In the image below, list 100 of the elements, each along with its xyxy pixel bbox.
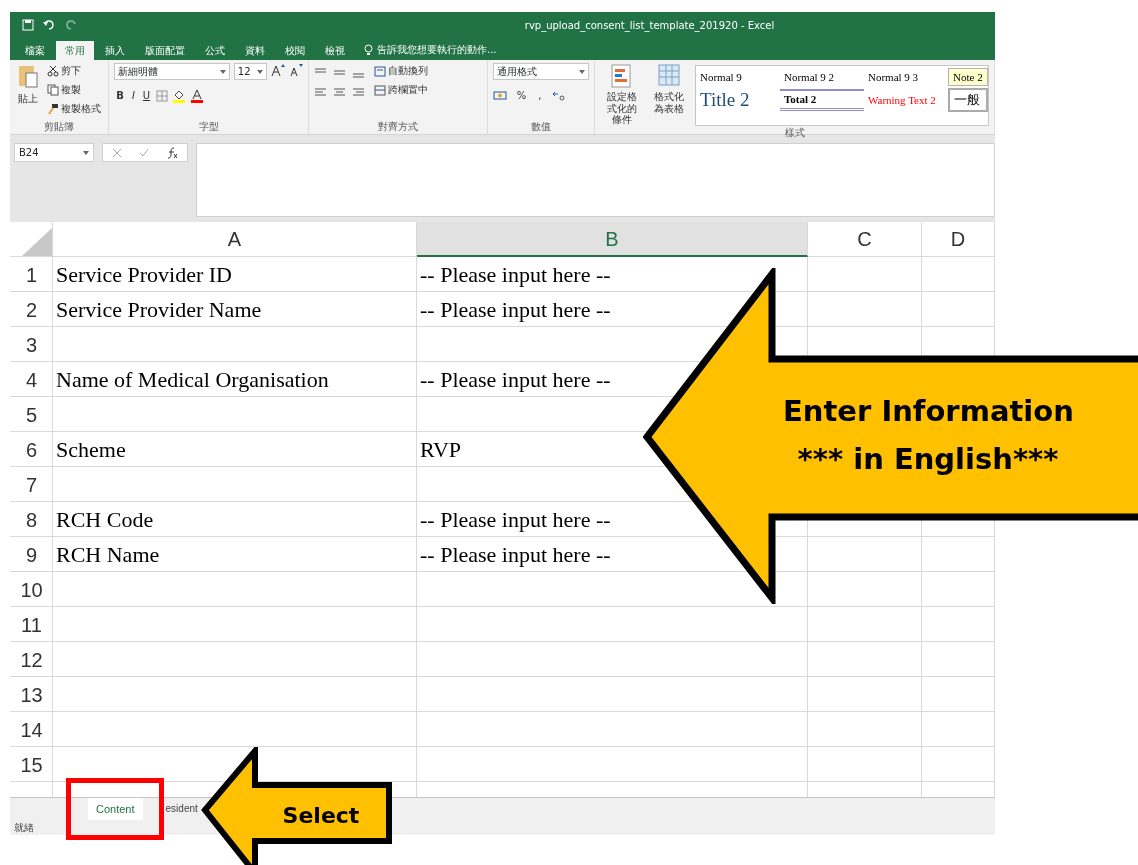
column-header[interactable]: B xyxy=(417,222,808,257)
group-label: 字型 xyxy=(197,120,220,134)
sheet-tab[interactable]: esident xyxy=(165,798,198,819)
font-color-icon[interactable] xyxy=(190,88,205,103)
number-format-button[interactable]: % xyxy=(514,88,529,103)
table-cell-text: RVP xyxy=(419,436,463,464)
borders-icon[interactable] xyxy=(156,89,169,102)
number-format-button[interactable]: , xyxy=(536,88,544,103)
table-cell-text: Name of Medical Organisation xyxy=(55,366,330,394)
cell-style-option[interactable]: Warning Text 2 xyxy=(864,91,948,109)
alignment-button[interactable]: 自動換列 xyxy=(372,63,431,78)
window-title: rvp_upload_consent_list_template_201920 - Excel xyxy=(523,18,776,33)
currency-icon[interactable] xyxy=(492,89,507,102)
row-header[interactable]: 7 xyxy=(10,467,53,502)
ribbon-tab[interactable]: 版面配置 xyxy=(136,41,194,60)
dropdown-icon xyxy=(257,69,264,74)
clipboard-button[interactable]: 剪下 xyxy=(45,63,103,78)
table-cell-text: Scheme xyxy=(55,436,127,464)
redo-icon[interactable] xyxy=(64,19,78,31)
table-cell-text: -- Please input here -- xyxy=(419,541,612,569)
formula-input[interactable] xyxy=(196,143,995,217)
row-header[interactable]: 9 xyxy=(10,537,53,572)
conditional-format-icon xyxy=(609,63,634,89)
row-header[interactable]: 5 xyxy=(10,397,53,432)
scissors-icon xyxy=(47,64,59,77)
ribbon-tab[interactable]: 常用 xyxy=(56,41,94,60)
callout-text: *** in English*** xyxy=(796,441,1060,478)
font-style-button[interactable]: B xyxy=(114,88,126,103)
ribbon-tab[interactable]: 檢視 xyxy=(316,41,354,60)
row-header[interactable]: 8 xyxy=(10,502,53,537)
font-name-field[interactable]: 新細明體 xyxy=(114,63,230,80)
lightbulb-icon xyxy=(364,43,373,56)
row-header[interactable]: 6 xyxy=(10,432,53,467)
table-cell-text: -- Please input here -- xyxy=(419,366,612,394)
copy-icon xyxy=(47,83,59,96)
row-header[interactable]: 10 xyxy=(10,572,53,607)
paste-button[interactable]: 貼上 xyxy=(15,63,41,120)
font-size-field[interactable]: 12 xyxy=(233,63,268,80)
wrap-text-icon xyxy=(374,64,387,77)
confirm-icon[interactable] xyxy=(139,147,149,158)
table-cell-text: RCH Name xyxy=(55,541,161,569)
group-label: 對齊方式 xyxy=(377,120,420,134)
styles-button[interactable]: 格式化為表格 xyxy=(647,63,691,126)
ribbon-tab[interactable]: 檔案 xyxy=(16,41,54,60)
font-style-button[interactable]: U xyxy=(140,88,153,103)
decimal-increase-icon[interactable] xyxy=(551,89,566,102)
row-header[interactable]: 12 xyxy=(10,642,53,677)
undo-icon[interactable] xyxy=(42,19,56,31)
cancel-icon[interactable] xyxy=(111,147,122,158)
table-cell-text: Service Provider Name xyxy=(55,296,263,324)
function-icon[interactable] xyxy=(166,146,179,159)
table-cell-text: Service Provider ID xyxy=(55,261,233,289)
row-header[interactable]: 2 xyxy=(10,292,53,327)
clipboard-icon xyxy=(17,63,39,89)
sheet-tab[interactable]: Content xyxy=(88,798,143,823)
grow-font-icon[interactable] xyxy=(271,63,286,77)
ribbon-tab[interactable]: 校閱 xyxy=(276,41,314,60)
table-cell-text: RCH Code xyxy=(55,506,155,534)
cell-style-option[interactable]: Title 2 xyxy=(696,85,780,115)
save-icon[interactable] xyxy=(22,19,34,31)
tell-me-search[interactable]: 告訴我您想要執行的動作... xyxy=(377,42,497,57)
cell-style-option[interactable]: 一般 xyxy=(948,88,988,112)
ribbon-tab[interactable]: 公式 xyxy=(196,41,234,60)
ribbon-tab[interactable]: 插入 xyxy=(96,41,134,60)
cell-style-option[interactable]: Note 2 xyxy=(948,67,988,87)
number-format-field[interactable]: 通用格式 xyxy=(492,63,589,80)
table-cell-text: -- Please input here -- xyxy=(419,506,612,534)
row-header[interactable]: 11 xyxy=(10,607,53,642)
fill-color-icon[interactable] xyxy=(172,88,187,103)
font-style-button[interactable]: I xyxy=(129,88,137,103)
styles-button[interactable]: 設定格式化的條件 xyxy=(600,63,644,126)
corner-triangle-icon xyxy=(22,228,52,256)
alignment-button[interactable]: 跨欄置中 xyxy=(372,82,431,97)
cell-style-option[interactable]: Normal 9 xyxy=(696,68,780,86)
row-header[interactable]: 15 xyxy=(10,747,53,782)
dropdown-icon xyxy=(83,150,89,155)
group-label: 數值 xyxy=(529,120,552,134)
table-grid-icon xyxy=(657,63,682,89)
ribbon-tab[interactable]: 資料 xyxy=(236,41,274,60)
row-header[interactable]: 13 xyxy=(10,677,53,712)
clipboard-button[interactable]: 複製格式 xyxy=(45,101,103,116)
row-header[interactable]: 3 xyxy=(10,327,53,362)
row-header[interactable]: 1 xyxy=(10,257,53,292)
cell-style-option[interactable]: Total 2 xyxy=(780,89,864,111)
callout-text: Enter Information xyxy=(783,393,1073,430)
brush-icon xyxy=(47,102,59,115)
cell-style-option[interactable]: Normal 9 3 xyxy=(864,68,948,86)
clipboard-button[interactable]: 複製 xyxy=(45,82,103,97)
row-header[interactable]: 4 xyxy=(10,362,53,397)
table-cell-text: -- Please input here -- xyxy=(419,261,612,289)
row-header[interactable]: 14 xyxy=(10,712,53,747)
group-label: 樣式 xyxy=(783,125,806,140)
name-box[interactable]: B24 xyxy=(14,143,94,162)
table-cell-text: -- Please input here -- xyxy=(419,296,612,324)
shrink-font-icon[interactable] xyxy=(289,63,304,77)
dropdown-icon xyxy=(578,69,585,74)
merge-cells-icon xyxy=(374,83,387,96)
group-label: 剪貼簿 xyxy=(43,120,76,134)
dropdown-icon xyxy=(219,69,226,74)
cell-style-option[interactable]: Normal 9 2 xyxy=(780,68,864,86)
